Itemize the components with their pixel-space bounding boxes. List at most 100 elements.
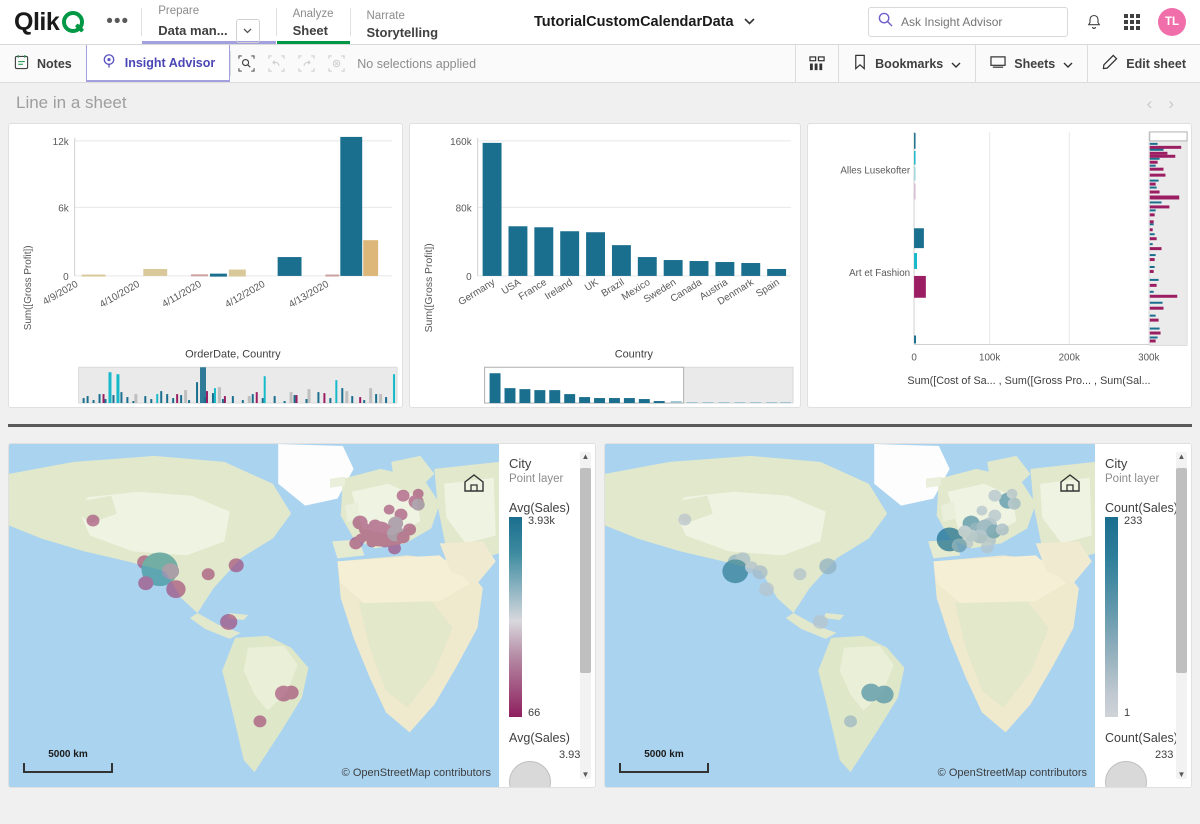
sheets-label: Sheets	[1014, 56, 1056, 71]
bar[interactable]	[914, 132, 916, 149]
notification-bell-icon[interactable]	[1082, 10, 1106, 34]
chart-3-ytick-1: Art et Fashion	[849, 268, 910, 279]
charts-row: Sum([Gross Profit]) 12k 6k 0 4/9/2020 4/…	[8, 123, 1192, 408]
legend-scroll-thumb[interactable]	[1176, 468, 1187, 673]
map-scale-label: 5000 km	[48, 749, 88, 760]
chart-2-xtick-11: Spain	[754, 277, 781, 300]
home-icon[interactable]	[1059, 472, 1081, 494]
chart-order-date-country[interactable]: Sum([Gross Profit]) 12k 6k 0 4/9/2020 4/…	[8, 123, 403, 408]
bar[interactable]	[325, 274, 340, 277]
chevron-down-icon[interactable]	[235, 18, 260, 43]
avatar[interactable]: TL	[1158, 8, 1186, 36]
notes-button[interactable]: Notes	[0, 45, 86, 82]
bar[interactable]	[914, 228, 924, 249]
triangle-up-icon[interactable]: ▲	[1176, 452, 1187, 461]
qlik-q-logo-icon	[62, 11, 85, 33]
chart-country-gross-profit[interactable]: Sum([Gross Profit]) 160k 80k 0 Germany U…	[409, 123, 801, 408]
map-avg-sales-legend: City Point layer Avg(Sales) 3.93k 66 Avg…	[499, 444, 595, 787]
bar[interactable]	[560, 231, 580, 276]
nav-analyze-label: Sheet	[292, 23, 328, 38]
nav-analyze[interactable]: Analyze Sheet	[276, 0, 350, 44]
bar[interactable]	[81, 274, 106, 277]
sheet-layout-icon[interactable]	[796, 45, 838, 82]
header-actions: TL	[868, 0, 1200, 44]
page-title: Line in a sheet	[16, 93, 127, 112]
map-count-sales[interactable]: 5000 km © OpenStreetMap contributors Cit…	[604, 443, 1192, 788]
map-avg-sales[interactable]: 5000 km © OpenStreetMap contributors Cit…	[8, 443, 596, 788]
app-title-chevron-down-icon[interactable]	[743, 17, 755, 28]
bar[interactable]	[482, 142, 502, 276]
bar[interactable]	[508, 226, 528, 276]
qlik-logo[interactable]: Qlik	[0, 0, 94, 44]
bookmarks-button[interactable]: Bookmarks	[839, 45, 975, 82]
chart-2-ytick-0: 0	[466, 272, 472, 283]
chart-2-xtick-0: Germany	[457, 277, 498, 308]
bar[interactable]	[663, 260, 683, 276]
triangle-down-icon[interactable]: ▼	[580, 770, 591, 779]
bar[interactable]	[767, 268, 787, 276]
triangle-down-icon[interactable]: ▼	[1176, 770, 1187, 779]
chevron-right-icon[interactable]: ›	[1168, 95, 1174, 112]
app-title[interactable]: TutorialCustomCalendarData	[534, 0, 755, 44]
triangle-up-icon[interactable]: ▲	[580, 452, 591, 461]
map-count-sales-view[interactable]: 5000 km © OpenStreetMap contributors	[605, 444, 1095, 787]
bar[interactable]	[914, 253, 918, 269]
bar[interactable]	[277, 257, 302, 276]
nav-analyze-sub: Analyze	[292, 8, 334, 20]
sheets-button[interactable]: Sheets	[976, 45, 1087, 82]
undo-icon[interactable]	[261, 45, 291, 82]
analysis-toolbar: Notes Insight Advisor No selections appl…	[0, 45, 1200, 83]
bar[interactable]	[340, 136, 363, 276]
bar[interactable]	[637, 257, 657, 276]
search-input[interactable]	[901, 15, 1058, 29]
insight-bulb-icon	[101, 53, 117, 72]
redo-icon[interactable]	[291, 45, 321, 82]
ellipsis-icon[interactable]: •••	[94, 0, 141, 44]
divider-line	[8, 424, 1192, 427]
bar[interactable]	[741, 263, 761, 276]
logo-text: Qlik	[14, 7, 60, 36]
selection-status: No selections applied	[357, 56, 477, 71]
chart-2-xtick-4: UK	[583, 277, 601, 294]
bar[interactable]	[914, 183, 916, 200]
chart-customer-measures[interactable]: Alles Lusekofter Art et Fashion 0 100k 2…	[807, 123, 1192, 408]
app-grid-icon[interactable]	[1120, 10, 1144, 34]
bar[interactable]	[914, 335, 917, 344]
sheets-group: Sheets	[975, 45, 1087, 82]
bar[interactable]	[914, 150, 916, 165]
bar[interactable]	[209, 273, 227, 277]
bar[interactable]	[191, 274, 208, 277]
home-icon[interactable]	[463, 472, 485, 494]
chevron-left-icon[interactable]: ‹	[1147, 95, 1153, 112]
clear-selections-icon[interactable]	[321, 45, 351, 82]
bar[interactable]	[611, 245, 631, 276]
chart-3-scrollbar[interactable]	[1149, 131, 1188, 346]
map-attribution: © OpenStreetMap contributors	[937, 767, 1087, 779]
bar[interactable]	[914, 275, 926, 298]
bar[interactable]	[914, 166, 916, 181]
insight-advisor-search[interactable]	[868, 7, 1068, 37]
bar[interactable]	[586, 232, 605, 276]
bar[interactable]	[228, 269, 246, 277]
chart-3-ytick-0: Alles Lusekofter	[840, 166, 910, 177]
chart-1-scrollbar[interactable]	[78, 366, 398, 404]
legend-color-max: 233	[1124, 515, 1143, 527]
nav-prepare-sub: Prepare	[158, 4, 200, 17]
bar[interactable]	[143, 268, 168, 276]
chart-2-x-axis-title: Country	[615, 348, 654, 360]
map-avg-sales-view[interactable]: 5000 km © OpenStreetMap contributors	[9, 444, 499, 787]
nav-narrate[interactable]: Narrate Storytelling	[351, 0, 455, 44]
chart-1-ytick-2: 12k	[53, 137, 69, 148]
bar[interactable]	[534, 227, 554, 276]
selection-search-icon[interactable]	[231, 45, 261, 82]
legend-scrollbar[interactable]: ▲ ▼	[580, 452, 591, 779]
bar[interactable]	[689, 261, 709, 276]
nav-prepare[interactable]: Prepare Data man...	[142, 0, 276, 44]
chart-2-scrollbar[interactable]	[484, 366, 794, 404]
legend-scrollbar[interactable]: ▲ ▼	[1176, 452, 1187, 779]
legend-scroll-thumb[interactable]	[580, 468, 591, 673]
insight-advisor-button[interactable]: Insight Advisor	[85, 45, 231, 82]
edit-sheet-button[interactable]: Edit sheet	[1088, 45, 1200, 82]
bar[interactable]	[715, 262, 735, 276]
bar[interactable]	[363, 240, 379, 276]
